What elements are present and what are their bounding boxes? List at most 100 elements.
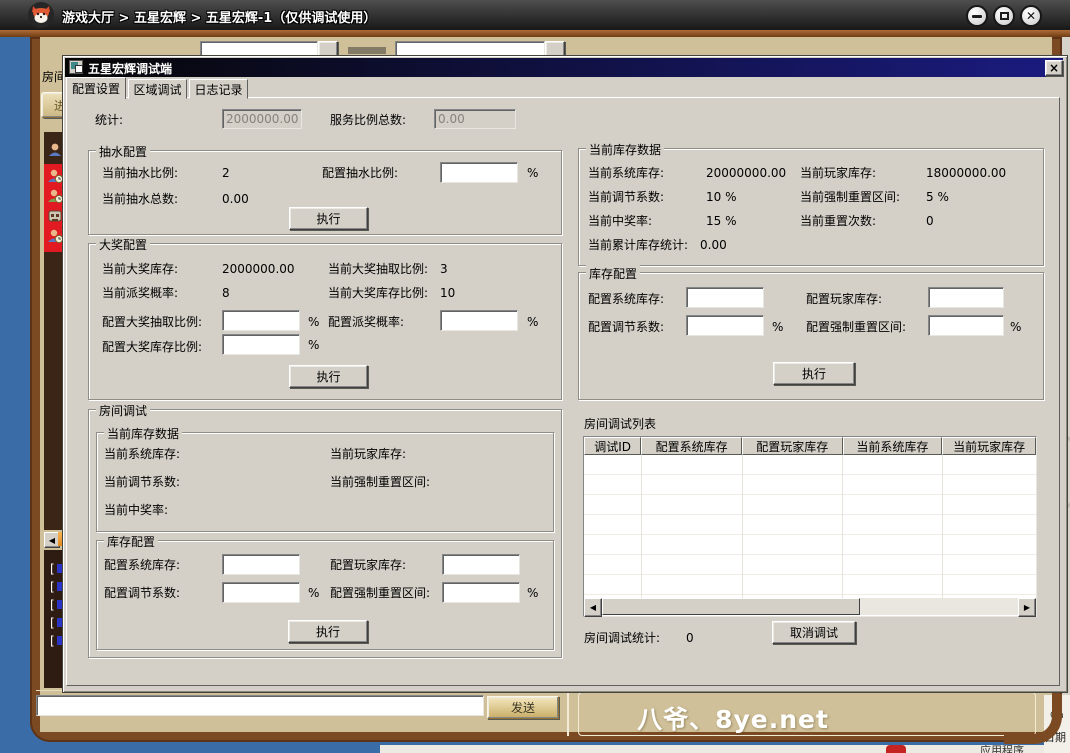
current-adjust-value: 10 %: [706, 190, 737, 204]
percent-sign: %: [308, 586, 319, 600]
config-adjust-input[interactable]: [686, 315, 764, 336]
table-scroll-right-button[interactable]: ▶: [1018, 598, 1036, 617]
pump-execute-button[interactable]: 执行: [289, 207, 368, 230]
inventory-config-execute-label: 执行: [802, 365, 826, 382]
room-current-force-label: 当前强制重置区间:: [330, 475, 430, 489]
table-scroll-left-button[interactable]: ◀: [584, 598, 602, 617]
room-debug-group-title: 房间调试: [96, 402, 150, 419]
current-reset-count-value: 0: [926, 214, 934, 228]
tab-config-settings[interactable]: 配置设置: [66, 77, 126, 99]
tab-area-debug-label: 区域调试: [133, 81, 181, 98]
bottom-vertical-divider: [567, 692, 569, 736]
table-horizontal-scrollbar[interactable]: ◀ ▶: [584, 598, 1036, 615]
percent-sign: %: [772, 320, 783, 334]
room-config-sys-stock-input[interactable]: [222, 554, 300, 575]
current-pump-total-value: 0.00: [222, 192, 249, 206]
dialog-titlebar[interactable]: [65, 58, 1063, 77]
room-debug-stats-value: 0: [686, 631, 694, 645]
table-body[interactable]: [584, 455, 1036, 598]
current-pump-total-label: 当前抽水总数:: [102, 192, 178, 206]
dialog-title: 五星宏辉调试端: [88, 60, 172, 77]
current-force-label: 当前强制重置区间:: [800, 190, 900, 204]
minimize-button[interactable]: [966, 5, 988, 27]
room-config-adjust-label: 配置调节系数:: [104, 586, 180, 600]
cancel-debug-label: 取消调试: [790, 624, 838, 641]
config-pump-ratio-input[interactable]: [440, 162, 518, 183]
chat-line-bracket: [: [50, 562, 55, 576]
current-jackpot-draw-value: 3: [440, 262, 448, 276]
config-player-stock-input[interactable]: [928, 287, 1004, 308]
dialog-close-button[interactable]: ×: [1045, 60, 1063, 76]
current-reset-count-label: 当前重置次数:: [800, 214, 876, 228]
table-scroll-thumb[interactable]: [602, 598, 860, 615]
chat-line-bracket: [: [50, 598, 55, 612]
tab-log-record[interactable]: 日志记录: [189, 79, 248, 99]
dialog-app-icon: [69, 60, 83, 74]
current-jackpot-stock-ratio-label: 当前大奖库存比例:: [328, 286, 428, 300]
room-config-force-input[interactable]: [442, 582, 520, 603]
inventory-config-execute-button[interactable]: 执行: [773, 362, 855, 385]
player-avatar-clock-icon: [47, 228, 63, 244]
room-config-adjust-input[interactable]: [222, 582, 300, 603]
robot-avatar-icon: [47, 208, 63, 224]
room-debug-execute-label: 执行: [316, 623, 340, 640]
config-jackpot-draw-input[interactable]: [222, 310, 300, 331]
service-ratio-label: 服务比例总数:: [330, 113, 406, 127]
room-debug-list-title: 房间调试列表: [584, 417, 656, 431]
jackpot-execute-button[interactable]: 执行: [289, 365, 368, 388]
player-avatar-clock-icon: [47, 188, 63, 204]
pump-config-group-title: 抽水配置: [96, 143, 150, 160]
send-button[interactable]: 发送: [487, 696, 559, 719]
percent-sign: %: [527, 315, 538, 329]
config-jackpot-draw-label: 配置大奖抽取比例:: [102, 315, 202, 329]
maximize-button[interactable]: [993, 5, 1015, 27]
room-debug-data-group-title: 当前库存数据: [104, 425, 182, 442]
current-player-stock-label: 当前玩家库存:: [800, 166, 876, 180]
room-debug-execute-button[interactable]: 执行: [288, 620, 368, 643]
maximize-icon: [1000, 12, 1009, 20]
config-jackpot-stock-ratio-label: 配置大奖库存比例:: [102, 340, 202, 354]
scroll-left-icon: ◀: [590, 603, 596, 612]
tab-area-debug[interactable]: 区域调试: [128, 79, 187, 99]
chat-line-bracket: [: [50, 580, 55, 594]
room-debug-stats-label: 房间调试统计:: [584, 631, 660, 645]
chat-input[interactable]: [36, 695, 484, 716]
send-button-label: 发送: [511, 699, 535, 716]
cancel-debug-button[interactable]: 取消调试: [772, 621, 856, 644]
stats-label: 统计:: [95, 113, 123, 127]
column-header-current-player-stock[interactable]: 当前玩家库存: [942, 437, 1036, 455]
room-current-winrate-label: 当前中奖率:: [104, 503, 168, 517]
tab-config-settings-label: 配置设置: [72, 80, 120, 97]
current-jackpot-stock-label: 当前大奖库存:: [102, 262, 178, 276]
service-ratio-field: [434, 109, 516, 129]
config-prize-prob-input[interactable]: [440, 310, 518, 331]
column-header-config-player-stock[interactable]: 配置玩家库存: [742, 437, 843, 455]
player-avatar-icon: [47, 142, 63, 158]
config-force-input[interactable]: [928, 315, 1004, 336]
current-cumulative-stock-value: 0.00: [700, 238, 727, 252]
percent-sign: %: [527, 166, 538, 180]
column-header-debug-id[interactable]: 调试ID: [584, 437, 641, 455]
room-debug-table[interactable]: 调试ID 配置系统库存 配置玩家库存 当前系统库存 当前玩家库存 ◀ ▶: [583, 436, 1037, 617]
config-sys-stock-input[interactable]: [686, 287, 764, 308]
room-config-player-stock-input[interactable]: [442, 554, 520, 575]
column-header-current-sys-stock[interactable]: 当前系统库存: [843, 437, 943, 455]
current-adjust-label: 当前调节系数:: [588, 190, 664, 204]
room-config-sys-stock-label: 配置系统库存:: [104, 558, 180, 572]
current-pump-ratio-label: 当前抽水比例:: [102, 166, 178, 180]
config-adjust-label: 配置调节系数:: [588, 320, 664, 334]
stats-value-field: [222, 109, 302, 129]
room-config-force-label: 配置强制重置区间:: [330, 586, 430, 600]
config-prize-prob-label: 配置派奖概率:: [328, 315, 404, 329]
column-header-config-sys-stock[interactable]: 配置系统库存: [641, 437, 742, 455]
close-button[interactable]: ✕: [1020, 5, 1042, 27]
config-player-stock-label: 配置玩家库存:: [806, 292, 882, 306]
current-jackpot-stock-ratio-value: 10: [440, 286, 455, 300]
minimize-icon: [972, 15, 982, 18]
room-config-player-stock-label: 配置玩家库存:: [330, 558, 406, 572]
background-fragment-app: 应用程序: [980, 745, 1024, 753]
room-debug-config-group-title: 库存配置: [104, 533, 158, 550]
config-jackpot-stock-ratio-input[interactable]: [222, 334, 300, 355]
current-prize-prob-value: 8: [222, 286, 230, 300]
inventory-config-group-title: 库存配置: [586, 265, 640, 282]
